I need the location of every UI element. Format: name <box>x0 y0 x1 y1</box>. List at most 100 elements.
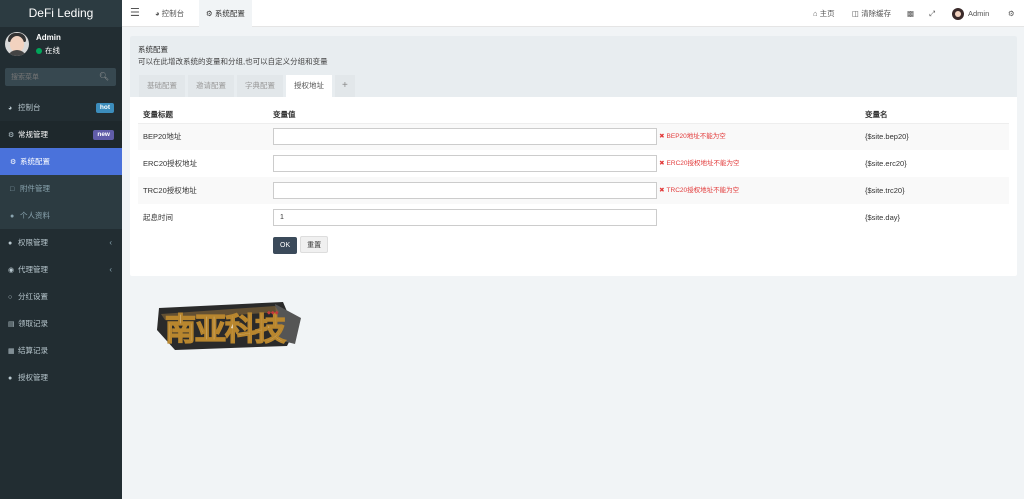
column-header-name: 变量名 <box>860 106 1009 124</box>
row-title: TRC20授权地址 <box>138 177 268 204</box>
sidebar-item-label: 授权管理 <box>18 373 48 382</box>
table-row-actions: OK 重置 <box>138 231 1009 258</box>
sidebar-item-profile[interactable]: ● 个人资料 <box>0 202 122 229</box>
search-input[interactable] <box>5 68 93 86</box>
user-panel: Admin 在线 <box>0 27 122 64</box>
menu-toggle-icon[interactable]: ☰ <box>130 6 140 19</box>
search-icon[interactable]: 🔍︎ <box>99 72 109 81</box>
sidebar-item-label: 分红设置 <box>18 292 48 301</box>
tab-system-config[interactable]: ⚙ 系统配置 <box>199 0 252 27</box>
tab-basic-config[interactable]: 基础配置 <box>139 75 185 97</box>
sidebar-item-permissions[interactable]: ● 权限管理 ‹ <box>0 229 122 256</box>
main-content: 系统配置 可以在此增改系统的变量和分组,也可以自定义分组和变量 基础配置 邀请配… <box>122 27 1024 499</box>
sidebar-item-claims[interactable]: ▤ 领取记录 <box>0 310 122 337</box>
erc20-address-input[interactable] <box>273 155 657 172</box>
user-status: 在线 <box>36 45 60 56</box>
ok-button[interactable]: OK <box>273 236 298 254</box>
sidebar-item-dividend[interactable]: ○ 分红设置 <box>0 283 122 310</box>
group-icon: ● <box>8 240 13 247</box>
column-header-value: 变量值 <box>268 106 860 124</box>
chevron-left-icon: ‹ <box>109 265 112 274</box>
config-table: 变量标题 变量值 变量名 BEP20地址 ✖ BEP20地址不能为空 {$site… <box>138 106 1009 258</box>
error-x-icon: ✖ <box>659 133 665 141</box>
hot-badge: hot <box>95 103 114 113</box>
sidebar-item-settlements[interactable]: ▦ 结算记录 <box>0 337 122 364</box>
top-navbar: ☰ ◕ 控制台 ⚙ 系统配置 ⌂ 主页 ◫ 清除缓存 ▩ ⤢ Admin ⚙ <box>122 0 1024 27</box>
sidebar-item-label: 个人资料 <box>20 211 50 220</box>
sidebar-item-auth-mgmt[interactable]: ● 授权管理 <box>0 364 122 391</box>
sidebar-item-label: 领取记录 <box>18 319 48 328</box>
error-x-icon: ✖ <box>659 160 665 167</box>
user-menu[interactable]: Admin <box>952 0 989 27</box>
sidebar-item-label: 控制台 <box>18 103 41 112</box>
config-panel: 系统配置 可以在此增改系统的变量和分组,也可以自定义分组和变量 基础配置 邀请配… <box>130 36 1017 276</box>
sidebar-item-general[interactable]: ⚙ 常规管理 new <box>0 121 122 148</box>
trc20-address-input[interactable] <box>273 182 657 199</box>
row-var-name: {$site.erc20} <box>865 159 907 168</box>
fullscreen-icon[interactable]: ⤢ <box>929 0 935 27</box>
row-title: 起息时间 <box>143 213 173 222</box>
error-text: ERC20授权地址不能为空 <box>666 160 740 167</box>
table-row: ERC20授权地址 ✖ ERC20授权地址不能为空 {$site.erc20} <box>138 150 1009 177</box>
app-logo[interactable]: DeFi Leding <box>0 0 122 27</box>
file-icon: □ <box>10 186 15 193</box>
row-var-name: {$site.trc20} <box>860 177 1009 204</box>
add-tab-button[interactable]: + <box>335 75 355 97</box>
row-value-cell <box>268 204 860 231</box>
table-row: TRC20授权地址 ✖ TRC20授权地址不能为空 {$site.trc20} <box>138 177 1009 204</box>
cogs-icon: ⚙ <box>8 132 15 139</box>
sidebar-item-label: 常规管理 <box>18 130 48 139</box>
language-icon[interactable]: ▩ <box>907 0 914 27</box>
sidebar-item-agents[interactable]: ◉ 代理管理 ‹ <box>0 256 122 283</box>
tab-dashboard[interactable]: ◕ 控制台 <box>148 0 191 27</box>
home-link[interactable]: ⌂ 主页 <box>813 0 835 27</box>
user-status-label: 在线 <box>45 46 60 55</box>
tab-invite-config[interactable]: 邀请配置 <box>188 75 234 97</box>
tab-dict-config[interactable]: 字典配置 <box>237 75 283 97</box>
circle-o-icon: ○ <box>8 294 13 301</box>
user-circle-icon: ◉ <box>8 267 15 274</box>
sidebar-item-label: 代理管理 <box>18 265 48 274</box>
gear-icon: ⚙ <box>10 159 17 166</box>
validation-error: ✖ TRC20授权地址不能为空 <box>659 187 739 194</box>
sidebar-item-system-config[interactable]: ⚙ 系统配置 <box>0 148 122 175</box>
row-var-name: {$site.bep20} <box>860 123 1009 150</box>
page-description: 可以在此增改系统的变量和分组,也可以自定义分组和变量 <box>138 57 328 66</box>
row-value-cell: ✖ BEP20地址不能为空 <box>268 123 860 150</box>
settings-cogs-icon[interactable]: ⚙ <box>1008 0 1015 27</box>
sidebar-menu: ◕ 控制台 hot ⚙ 常规管理 new ⚙ 系统配置 □ 附件管理 ● 个人资料 ● 权限… <box>0 94 122 391</box>
bep20-address-input[interactable] <box>273 128 657 146</box>
start-day-input[interactable] <box>273 209 657 226</box>
error-text: BEP20地址不能为空 <box>666 133 726 141</box>
svg-text:◆◆◆: ◆◆◆ <box>267 310 279 316</box>
user-icon: ● <box>10 213 15 220</box>
tab-auth-address[interactable]: 授权地址 <box>286 75 332 97</box>
row-var-name: {$site.day} <box>865 213 901 222</box>
gear-icon: ⚙ <box>206 9 213 18</box>
dashboard-icon: ◕ <box>8 105 13 112</box>
validation-error: ✖ BEP20地址不能为空 <box>659 133 726 140</box>
user-name: Admin <box>36 33 61 42</box>
sidebar-item-attachments[interactable]: □ 附件管理 <box>0 175 122 202</box>
clear-cache-label: 清除缓存 <box>861 9 892 18</box>
sidebar-item-label: 附件管理 <box>20 184 50 193</box>
sidebar-item-dashboard[interactable]: ◕ 控制台 hot <box>0 94 122 121</box>
sidebar-item-label: 权限管理 <box>18 238 48 247</box>
home-icon: ⌂ <box>813 9 818 18</box>
page-title: 系统配置 <box>138 45 168 54</box>
bar-chart-icon: ▤ <box>8 321 15 328</box>
dashboard-icon: ◕ <box>155 9 160 18</box>
avatar <box>5 32 29 56</box>
sidebar-search: 🔍︎ <box>5 68 116 86</box>
svg-text:南亚科技: 南亚科技 <box>165 312 286 348</box>
avatar <box>952 8 964 21</box>
clear-cache-button[interactable]: ◫ 清除缓存 <box>852 0 891 27</box>
sidebar: DeFi Leding Admin 在线 🔍︎ ◕控制台 hot ⚙常规管理 n… <box>0 0 122 499</box>
row-title: ERC20授权地址 <box>143 159 198 168</box>
new-badge: new <box>93 130 114 140</box>
tab-label: 控制台 <box>161 9 185 18</box>
reset-button[interactable]: 重置 <box>300 235 329 253</box>
trash-icon: ◫ <box>852 9 860 18</box>
sidebar-item-label: 结算记录 <box>18 346 48 355</box>
chevron-left-icon: ‹ <box>109 238 112 247</box>
